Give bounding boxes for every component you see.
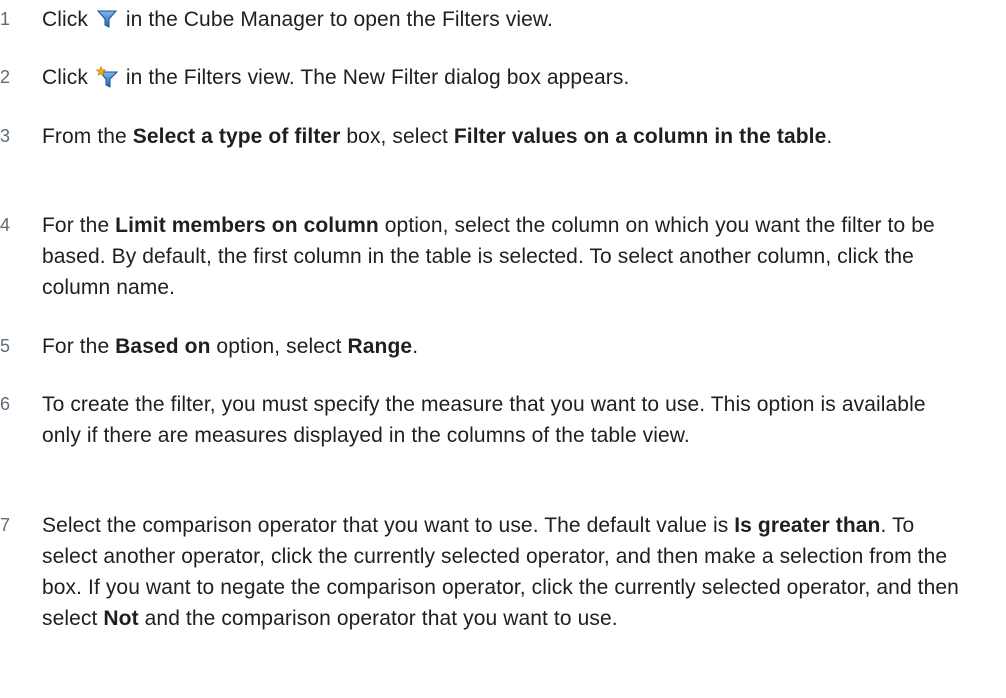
procedure-page: 1 Click in the Cube Manager to open the … xyxy=(0,0,1006,698)
step-text: Click in the Cube Manager to open the Fi… xyxy=(42,8,553,31)
step-5: 5 For the Based on option, select Range. xyxy=(0,331,962,362)
step-number: 5 xyxy=(0,336,11,356)
step-2: 2 Click in the Filters view. The New Fil… xyxy=(0,62,962,93)
step-number: 6 xyxy=(0,394,11,414)
step-text: Select the comparison operator that you … xyxy=(42,514,959,630)
step-text: For the Limit members on column option, … xyxy=(42,214,935,299)
step-text-part: box, select xyxy=(340,125,454,148)
new-filter-icon xyxy=(95,66,118,88)
step-7: 7 Select the comparison operator that yo… xyxy=(0,510,962,634)
step-text-part: Click xyxy=(42,66,94,89)
step-text-part: From the xyxy=(42,125,133,148)
ui-term-not: Not xyxy=(103,607,139,630)
step-number: 3 xyxy=(0,126,11,146)
step-text-part: in the Cube Manager to open the Filters … xyxy=(119,8,553,31)
ui-term-filter-values-option: Filter values on a column in the table xyxy=(453,125,827,148)
step-text-part: . xyxy=(412,335,419,358)
ui-term-limit-members-option: Limit members on column xyxy=(115,214,379,237)
step-text-part: For the xyxy=(42,214,116,237)
step-text-part: option, select xyxy=(210,335,348,358)
step-number: 1 xyxy=(0,9,11,29)
ui-term-range-value: Range xyxy=(347,335,413,358)
filter-icon xyxy=(96,10,118,28)
step-text-part: Click xyxy=(42,8,94,31)
ui-term-is-greater-than: Is greater than xyxy=(734,514,881,537)
step-text: Click in the Filters view. The New Filte… xyxy=(42,66,629,89)
step-text-part: and the comparison operator that you wan… xyxy=(138,607,618,630)
ui-term-filter-type-box: Select a type of filter xyxy=(132,125,341,148)
step-number: 2 xyxy=(0,67,11,87)
step-text-part: Select the comparison operator that you … xyxy=(42,514,735,537)
step-6: 6 To create the filter, you must specify… xyxy=(0,389,962,451)
step-text: For the Based on option, select Range. xyxy=(42,335,418,358)
step-text: To create the filter, you must specify t… xyxy=(42,393,926,447)
step-text-part: in the Filters view. The New Filter dial… xyxy=(119,66,630,89)
step-1: 1 Click in the Cube Manager to open the … xyxy=(0,4,962,35)
step-text-part: To create the filter, you must specify t… xyxy=(42,393,926,447)
step-4: 4 For the Limit members on column option… xyxy=(0,210,962,303)
step-number: 4 xyxy=(0,215,11,235)
step-number: 7 xyxy=(0,515,11,535)
step-3: 3 From the Select a type of filter box, … xyxy=(0,121,962,152)
step-text-part: For the xyxy=(42,335,116,358)
ui-term-based-on-option: Based on xyxy=(115,335,211,358)
step-text: From the Select a type of filter box, se… xyxy=(42,125,832,148)
step-text-part: . xyxy=(826,125,833,148)
